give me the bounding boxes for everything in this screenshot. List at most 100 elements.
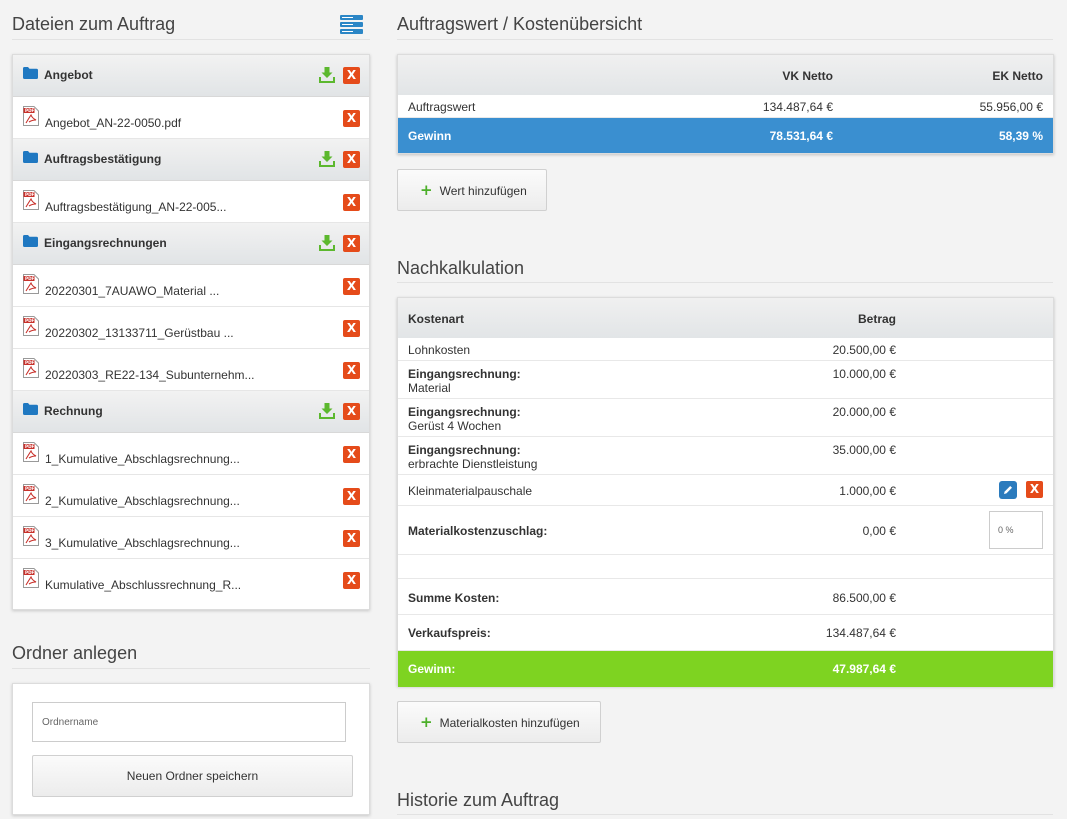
calc-gain-label: Gewinn: — [408, 662, 456, 676]
pdf-icon: PDF — [23, 106, 39, 129]
folder-name-input[interactable] — [32, 702, 346, 742]
new-folder-title-divider — [12, 668, 370, 669]
files-panel: Angebot X PDF Angebot_AN-22-0050.pdf X Auftra… — [12, 54, 370, 610]
table-row: Verkaufspreis: 134.487,64 € — [398, 615, 1053, 651]
delete-button[interactable]: X — [343, 110, 360, 127]
new-folder-title: Ordner anlegen — [12, 643, 138, 663]
calc-title: Nachkalkulation — [397, 258, 525, 278]
folder-row[interactable]: Rechnung X — [13, 391, 369, 433]
col-header-vk: VK Netto — [782, 69, 833, 83]
file-name[interactable]: 2_Kumulative_Abschlagsrechnung... — [45, 494, 240, 508]
add-value-button[interactable]: + Wert hinzufügen — [397, 169, 547, 211]
col-header-amount: Betrag — [857, 312, 896, 326]
delete-button[interactable]: X — [1026, 481, 1043, 498]
delete-button[interactable]: X — [343, 194, 360, 211]
file-row[interactable]: PDF Angebot_AN-22-0050.pdf X — [13, 97, 369, 139]
folder-label: Angebot — [44, 68, 93, 82]
cost-sublabel: erbrachte Dienstleistung — [408, 457, 538, 471]
add-material-costs-button[interactable]: + Materialkosten hinzufügen — [397, 701, 601, 743]
gain-label: Gewinn — [408, 129, 452, 143]
list-view-icon[interactable] — [340, 15, 363, 38]
file-row[interactable]: PDF Auftragsbestätigung_AN-22-005... X — [13, 181, 369, 223]
table-row: Summe Kosten: 86.500,00 € — [398, 579, 1053, 615]
delete-button[interactable]: X — [343, 403, 360, 420]
pdf-icon: PDF — [23, 190, 39, 213]
history-title: Historie zum Auftrag — [397, 790, 560, 810]
file-row[interactable]: PDF Kumulative_Abschlussrechnung_R... X — [13, 559, 369, 601]
file-name[interactable]: 1_Kumulative_Abschlagsrechnung... — [45, 452, 240, 466]
folder-icon — [23, 67, 38, 82]
table-row: Lohnkosten 20.500,00 € — [398, 338, 1053, 361]
pdf-icon: PDF — [23, 358, 39, 381]
file-row[interactable]: PDF 2_Kumulative_Abschlagsrechnung... X — [13, 475, 369, 517]
file-name[interactable]: 20220301_7AUAWO_Material ... — [45, 284, 219, 298]
download-icon[interactable] — [318, 66, 336, 87]
summary-gain-row: Gewinn 78.531,64 € 58,39 % — [398, 118, 1053, 153]
file-name[interactable]: Kumulative_Abschlussrechnung_R... — [45, 578, 241, 592]
cost-amount: 20.000,00 € — [832, 405, 896, 419]
cost-sublabel: Gerüst 4 Wochen — [408, 419, 502, 433]
surcharge-percent-input[interactable]: 0 % — [989, 511, 1043, 549]
file-row[interactable]: PDF 20220303_RE22-134_Subunternehm... X — [13, 349, 369, 391]
delete-button[interactable]: X — [343, 67, 360, 84]
file-row[interactable]: PDF 1_Kumulative_Abschlagsrechnung... X — [13, 433, 369, 475]
folder-row[interactable]: Auftragsbestätigung X — [13, 139, 369, 181]
history-title-divider — [397, 814, 1053, 815]
file-name[interactable]: Auftragsbestätigung_AN-22-005... — [45, 200, 226, 214]
download-icon[interactable] — [318, 402, 336, 423]
delete-button[interactable]: X — [343, 151, 360, 168]
file-name[interactable]: 3_Kumulative_Abschlagsrechnung... — [45, 536, 240, 550]
svg-text:PDF: PDF — [25, 486, 35, 491]
file-row[interactable]: PDF 3_Kumulative_Abschlagsrechnung... X — [13, 517, 369, 559]
cost-amount: 35.000,00 € — [832, 443, 896, 457]
download-icon[interactable] — [318, 234, 336, 255]
pdf-icon: PDF — [23, 526, 39, 549]
file-row[interactable]: PDF 20220301_7AUAWO_Material ... X — [13, 265, 369, 307]
file-name[interactable]: Angebot_AN-22-0050.pdf — [45, 116, 181, 130]
calc-table-header: Kostenart Betrag — [398, 298, 1053, 338]
add-value-label: Wert hinzufügen — [439, 184, 527, 198]
cost-amount: 1.000,00 € — [839, 484, 896, 498]
cost-label: Kleinmaterialpauschale — [408, 484, 533, 498]
table-row: Eingangsrechnung: Material 10.000,00 € — [398, 361, 1053, 399]
delete-button[interactable]: X — [343, 320, 360, 337]
file-name[interactable]: 20220303_RE22-134_Subunternehm... — [45, 368, 255, 382]
table-row: Kleinmaterialpauschale 1.000,00 € X — [398, 475, 1053, 506]
cost-amount: 20.500,00 € — [832, 343, 896, 357]
delete-button[interactable]: X — [343, 446, 360, 463]
save-folder-button[interactable]: Neuen Ordner speichern — [32, 755, 353, 797]
edit-button[interactable] — [999, 481, 1017, 499]
files-title-divider — [12, 39, 370, 40]
pdf-icon: PDF — [23, 568, 39, 591]
cost-label: Eingangsrechnung: — [408, 443, 521, 457]
summary-table: VK Netto EK Netto Auftragswert 134.487,6… — [397, 54, 1054, 154]
pdf-icon: PDF — [23, 274, 39, 297]
file-name[interactable]: 20220302_13133711_Gerüstbau ... — [45, 326, 234, 340]
svg-text:PDF: PDF — [25, 570, 35, 575]
delete-button[interactable]: X — [343, 235, 360, 252]
cost-sublabel: Material — [408, 381, 451, 395]
summary-title: Auftragswert / Kostenübersicht — [397, 14, 643, 34]
new-folder-panel: Neuen Ordner speichern — [12, 683, 370, 815]
gain-vk-value: 78.531,64 € — [769, 129, 833, 143]
sales-price-amount: 134.487,64 € — [825, 626, 896, 640]
download-icon[interactable] — [318, 150, 336, 171]
delete-button[interactable]: X — [343, 362, 360, 379]
cost-label: Materialkostenzuschlag: — [408, 524, 548, 538]
svg-text:PDF: PDF — [25, 444, 35, 449]
delete-button[interactable]: X — [343, 572, 360, 589]
calc-title-divider — [397, 282, 1053, 283]
file-row[interactable]: PDF 20220302_13133711_Gerüstbau ... X — [13, 307, 369, 349]
folder-row[interactable]: Angebot X — [13, 55, 369, 97]
delete-button[interactable]: X — [343, 530, 360, 547]
folder-icon — [23, 403, 38, 418]
col-header-ek: EK Netto — [992, 69, 1043, 83]
folder-row[interactable]: Eingangsrechnungen X — [13, 223, 369, 265]
delete-button[interactable]: X — [343, 278, 360, 295]
delete-button[interactable]: X — [343, 488, 360, 505]
plus-icon: + — [420, 713, 433, 731]
svg-text:PDF: PDF — [25, 276, 35, 281]
folder-icon — [23, 151, 38, 166]
cost-label: Lohnkosten — [408, 343, 471, 357]
row-ek-value: 55.956,00 € — [979, 100, 1043, 114]
